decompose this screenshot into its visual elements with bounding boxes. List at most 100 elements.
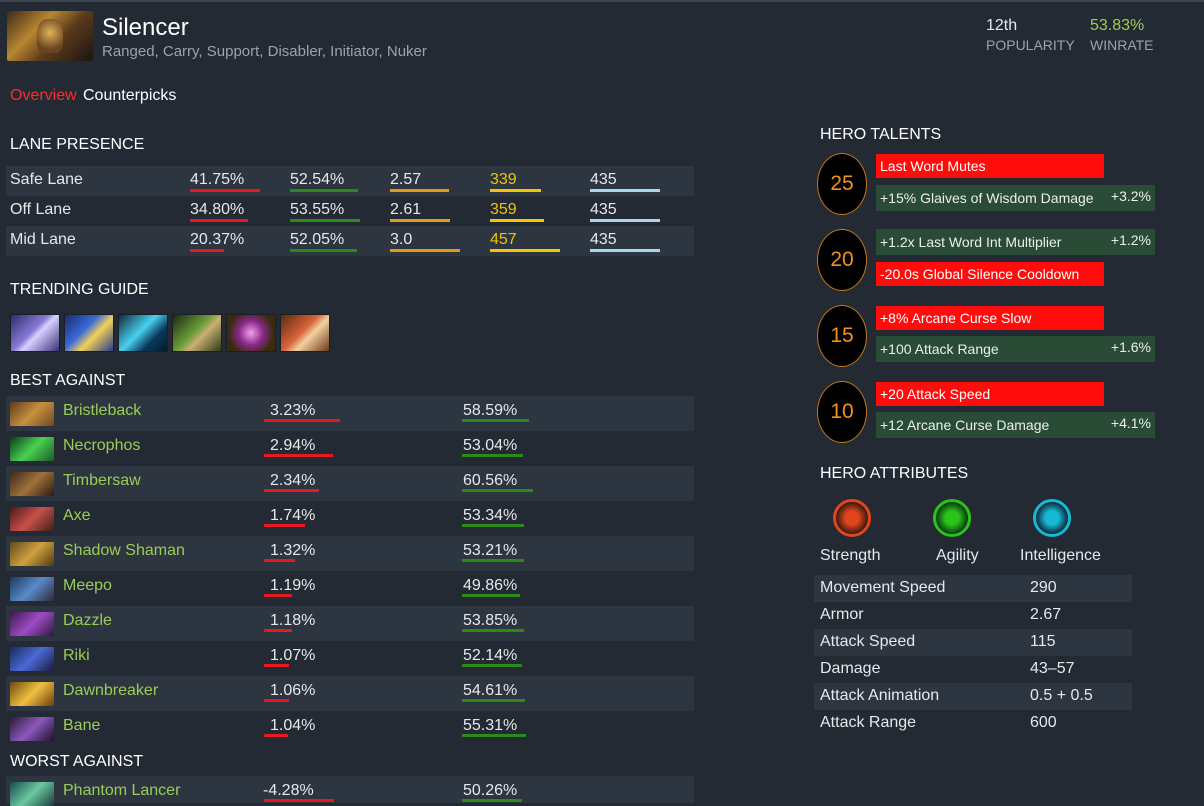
tab-counterpicks[interactable]: Counterpicks [83, 87, 176, 105]
advantage-bar [264, 559, 295, 562]
popularity-value: 12th [986, 17, 1018, 34]
hero-link[interactable]: Bristleback [63, 402, 141, 420]
winrate-bar [462, 524, 524, 527]
winrate-value: 60.56% [463, 472, 518, 489]
winrate-bar [462, 629, 524, 632]
stat-value: 115 [1030, 633, 1056, 650]
advantage-bar [264, 594, 292, 597]
talent-option-green: +1.2x Last Word Int Multiplier +1.2% [876, 229, 1155, 255]
stat-value: 0.5 + 0.5 [1030, 687, 1093, 704]
stat-row: Attack Range 600 [814, 710, 1132, 737]
item-icon-4[interactable] [172, 314, 222, 352]
attribute-intelligence-label: Intelligence [1020, 547, 1101, 564]
hero-roles: Ranged, Carry, Support, Disabler, Initia… [102, 43, 427, 60]
lane-name: Mid Lane [10, 231, 76, 248]
hero-link[interactable]: Dazzle [63, 612, 112, 630]
lane-winrate: 53.55% [290, 201, 345, 218]
stat-value: 2.67 [1030, 606, 1062, 623]
kda-bar [390, 249, 460, 252]
kda-bar [390, 189, 449, 192]
hero-link[interactable]: Bane [63, 717, 100, 735]
stat-value: 290 [1030, 579, 1057, 596]
stat-row: Armor 2.67 [814, 602, 1132, 629]
best-against-row[interactable]: Dawnbreaker 1.06% 54.61% [6, 676, 694, 711]
hero-talents-title: HERO TALENTS [820, 126, 942, 143]
hero-link[interactable]: Phantom Lancer [63, 782, 180, 800]
hero-link[interactable]: Shadow Shaman [63, 542, 185, 560]
best-against-row[interactable]: Necrophos 2.94% 53.04% [6, 431, 694, 466]
hero-avatar [10, 782, 54, 806]
advantage-value: 1.04% [270, 717, 316, 734]
lane-kda: 2.61 [390, 201, 422, 218]
lane-presence: 34.80% [190, 201, 245, 218]
item-icon-6[interactable] [280, 314, 330, 352]
worst-against-title: WORST AGAINST [10, 753, 144, 770]
best-against-row[interactable]: Axe 1.74% 53.34% [6, 501, 694, 536]
winrate-value: 55.31% [463, 717, 518, 734]
item-icon-3[interactable] [118, 314, 168, 352]
best-against-row[interactable]: Shadow Shaman 1.32% 53.21% [6, 536, 694, 571]
item-icon-5[interactable] [226, 314, 276, 352]
lane-name: Safe Lane [10, 171, 83, 188]
best-against-row[interactable]: Meepo 1.19% 49.86% [6, 571, 694, 606]
talent-winrate: +4.1% [1110, 415, 1151, 431]
stat-key: Attack Speed [820, 633, 916, 650]
gpm-bar [490, 219, 544, 222]
hero-name: Silencer [102, 14, 189, 41]
best-against-row[interactable]: Dazzle 1.18% 53.85% [6, 606, 694, 641]
worst-against-row[interactable]: Phantom Lancer -4.28% 50.26% [6, 776, 694, 806]
winrate-value: 58.59% [463, 402, 518, 419]
hero-link[interactable]: Necrophos [63, 437, 140, 455]
presence-bar [190, 249, 224, 252]
hero-attributes-title: HERO ATTRIBUTES [820, 465, 969, 482]
item-icon-2[interactable] [64, 314, 114, 352]
winrate-value: 49.86% [463, 577, 518, 594]
hero-avatar [10, 612, 54, 636]
advantage-value: 1.74% [270, 507, 316, 524]
talent-popular-red: -20.0s Global Silence Cooldown [876, 262, 1104, 286]
lane-name: Off Lane [10, 201, 72, 218]
hero-avatar [10, 402, 54, 426]
presence-bar [190, 189, 260, 192]
advantage-value: 1.18% [270, 612, 316, 629]
hero-link[interactable]: Dawnbreaker [63, 682, 158, 700]
best-against-row[interactable]: Timbersaw 2.34% 60.56% [6, 466, 694, 501]
lane-row-mid: Mid Lane 20.37% 52.05% 3.0 457 435 [6, 226, 694, 256]
item-icon-1[interactable] [10, 314, 60, 352]
hero-link[interactable]: Timbersaw [63, 472, 141, 490]
talent-option-green: +12 Arcane Curse Damage +4.1% [876, 412, 1155, 438]
hero-link[interactable]: Riki [63, 647, 90, 665]
lane-gpm: 457 [490, 231, 517, 248]
talent-popular-red: +8% Arcane Curse Slow [876, 306, 1104, 330]
hero-avatar [10, 437, 54, 461]
best-against-row[interactable]: Riki 1.07% 52.14% [6, 641, 694, 676]
talent-popular-red: Last Word Mutes [876, 154, 1104, 178]
advantage-bar [264, 734, 288, 737]
talent-name: +100 Attack Range [880, 341, 999, 357]
talent-level-25: 25 [817, 153, 867, 215]
lane-gpm: 359 [490, 201, 517, 218]
strength-icon [833, 499, 871, 537]
hero-link[interactable]: Axe [63, 507, 91, 525]
talent-name: +1.2x Last Word Int Multiplier [880, 234, 1062, 250]
winrate-label: WINRATE [1090, 37, 1154, 53]
best-against-row[interactable]: Bane 1.04% 55.31% [6, 711, 694, 746]
lane-xpm: 435 [590, 171, 617, 188]
advantage-bar [264, 489, 319, 492]
advantage-bar [264, 664, 289, 667]
trending-guide-title: TRENDING GUIDE [10, 281, 149, 298]
hero-avatar [10, 682, 54, 706]
advantage-bar [264, 454, 333, 457]
stat-row: Movement Speed 290 [814, 575, 1132, 602]
lane-presence: 20.37% [190, 231, 245, 248]
xpm-bar [590, 219, 660, 222]
winrate-bar [462, 454, 523, 457]
stat-value: 600 [1030, 714, 1057, 731]
best-against-row[interactable]: Bristleback 3.23% 58.59% [6, 396, 694, 431]
tab-overview[interactable]: Overview [10, 87, 77, 105]
advantage-value: 2.34% [270, 472, 316, 489]
advantage-value: 2.94% [270, 437, 316, 454]
advantage-bar [264, 524, 305, 527]
kda-bar [390, 219, 450, 222]
hero-link[interactable]: Meepo [63, 577, 112, 595]
